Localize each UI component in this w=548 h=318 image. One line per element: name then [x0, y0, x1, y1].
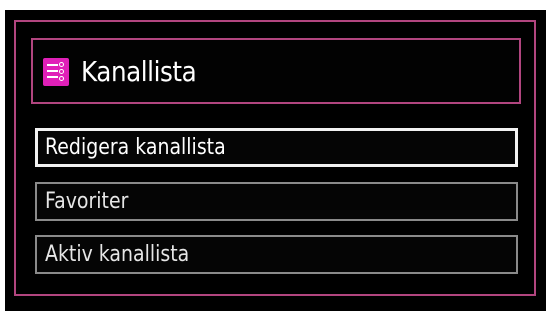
menu-item-label: Redigera kanallista	[45, 135, 226, 160]
menu-item-active-channel-list[interactable]: Aktiv kanallista	[35, 235, 518, 274]
channel-list-icon	[43, 58, 69, 86]
menu-header: Kanallista	[31, 38, 521, 104]
menu-item-edit-channel-list[interactable]: Redigera kanallista	[35, 128, 518, 167]
tv-menu-screen: Kanallista Redigera kanallista Favoriter…	[5, 10, 546, 311]
menu-item-label: Favoriter	[45, 189, 129, 214]
menu-item-favorites[interactable]: Favoriter	[35, 182, 518, 221]
page-title: Kanallista	[81, 55, 197, 88]
menu-item-label: Aktiv kanallista	[45, 242, 190, 267]
